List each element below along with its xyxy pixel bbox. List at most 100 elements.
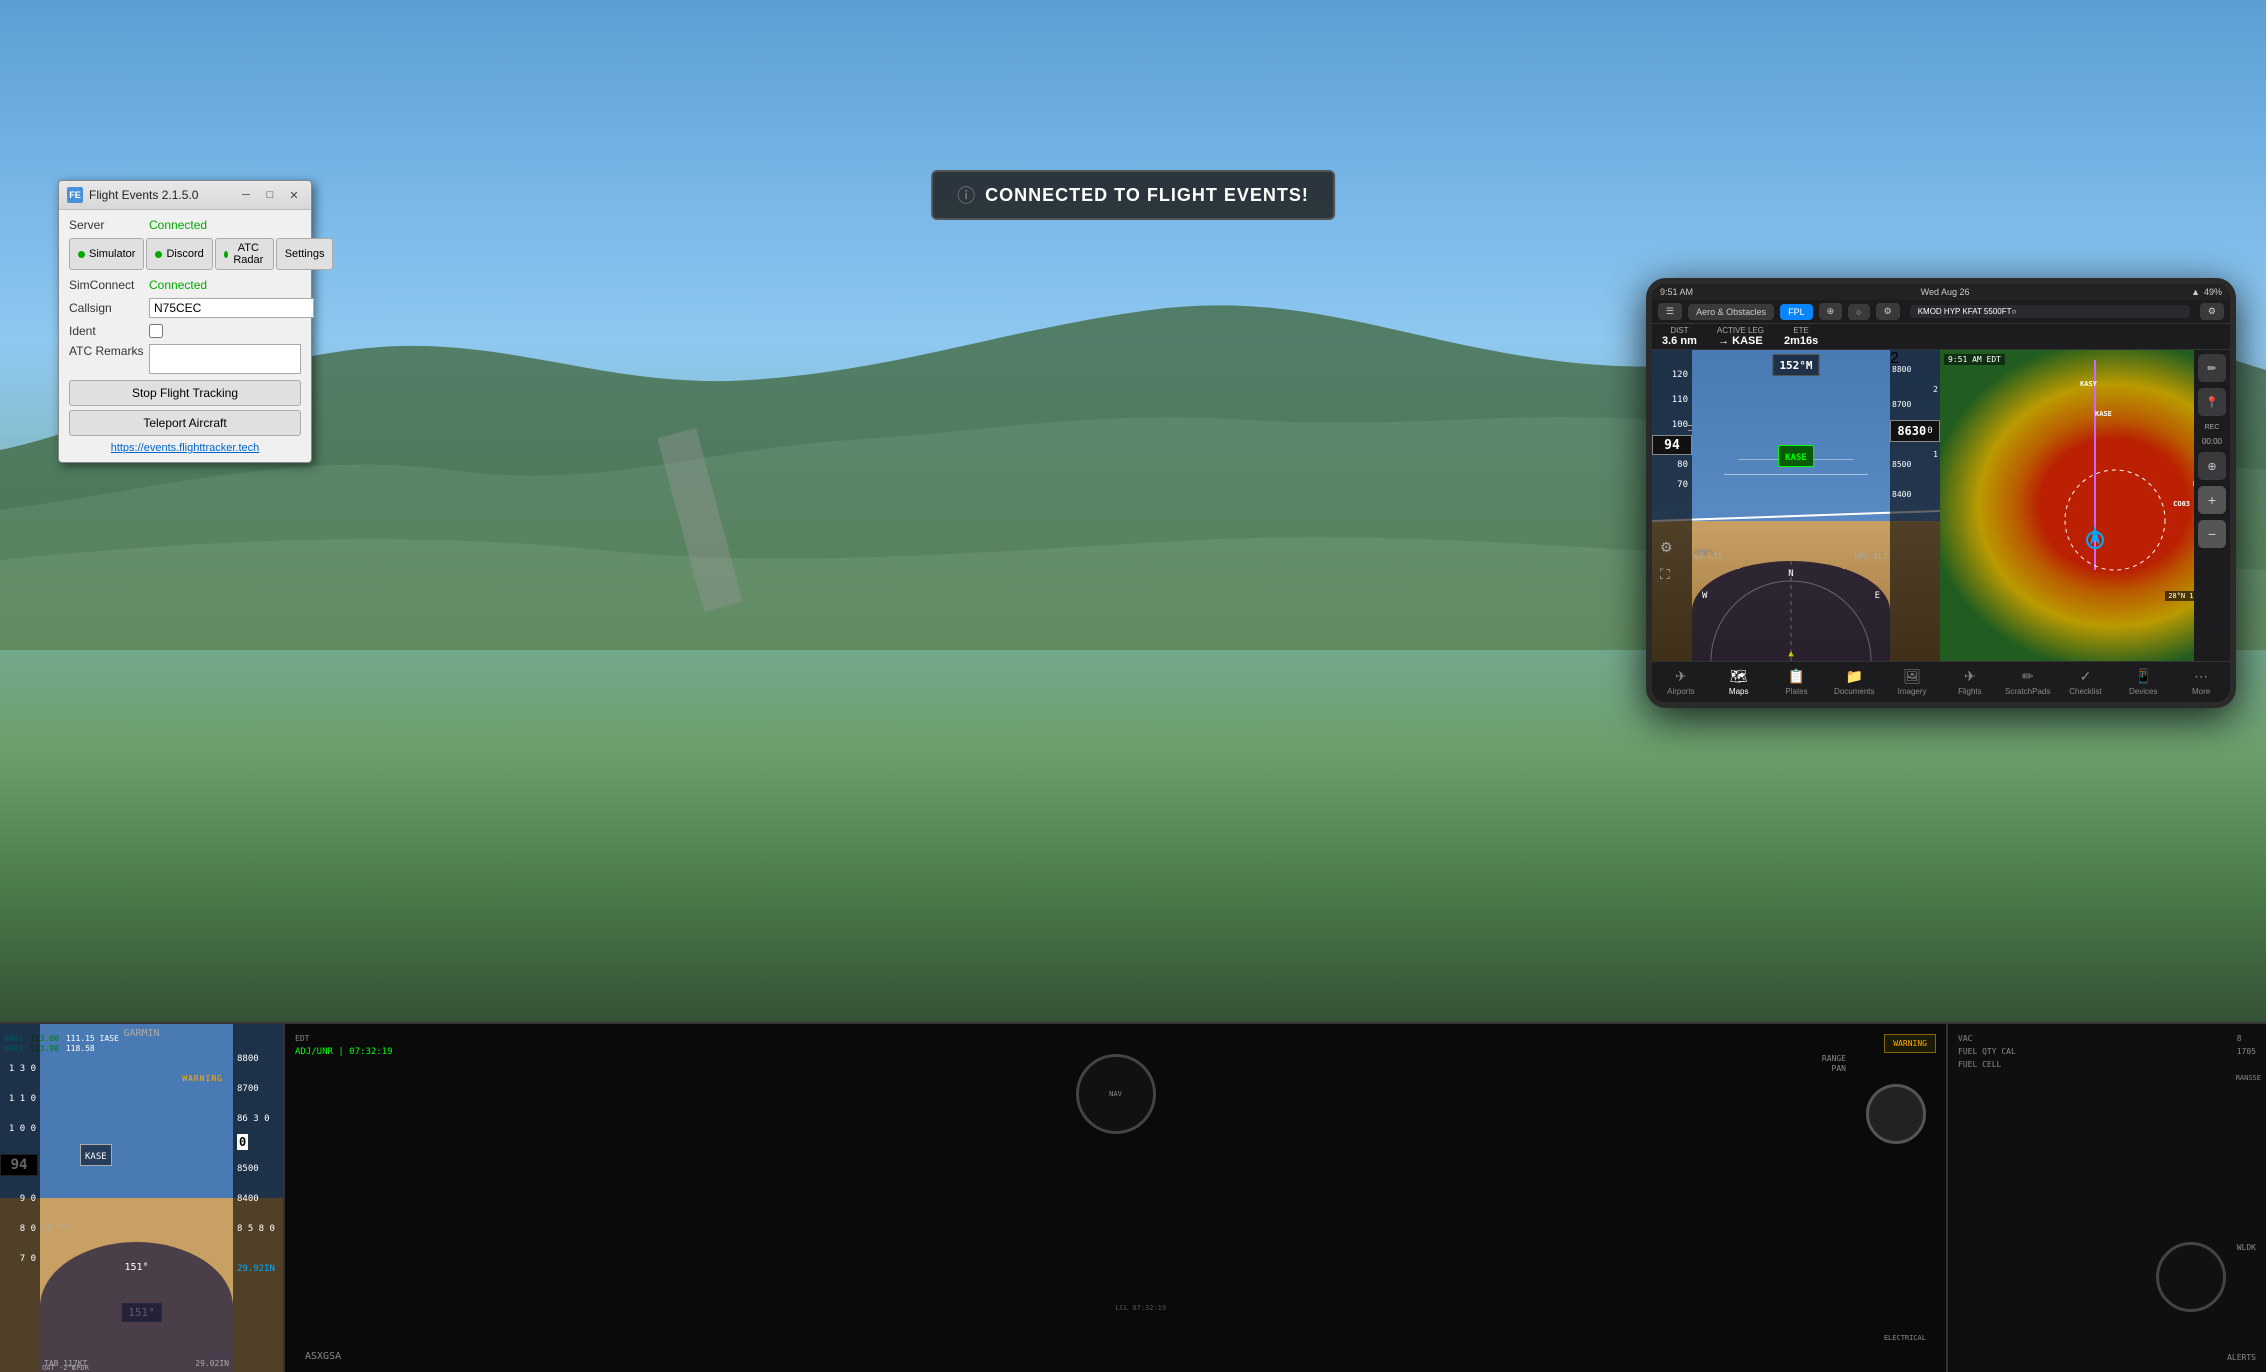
ff-settings-btn[interactable]: ⚙ [2200, 303, 2224, 320]
ff-aero-btn[interactable]: Aero & Obstacles [1688, 304, 1774, 320]
fuel-cell-label: FUEL CELL [1958, 1060, 2256, 1069]
server-label: Server [69, 218, 149, 232]
kase-label-map: KASE [2095, 410, 2112, 418]
simulator-dot [78, 251, 85, 258]
east-label: E [1875, 591, 1880, 601]
s-mark-1 [1686, 425, 1692, 426]
tab-simulator[interactable]: Simulator [69, 238, 144, 270]
tablet-time: 9:51 AM [1660, 287, 1693, 297]
alt-current: 0 [237, 1134, 248, 1150]
documents-label: Documents [1834, 687, 1874, 696]
tab-settings[interactable]: Settings [276, 238, 334, 270]
atc-remarks-input[interactable] [149, 344, 301, 374]
teleport-aircraft-button[interactable]: Teleport Aircraft [69, 410, 301, 436]
tablet-topbar-right: ▲ 49% [2191, 287, 2222, 297]
close-button[interactable]: ✕ [285, 186, 303, 204]
ff-sun-btn[interactable]: ○ [1848, 304, 1869, 320]
ff-fpl-btn[interactable]: FPL [1780, 304, 1813, 320]
restore-button[interactable]: □ [261, 186, 279, 204]
ff-layers-btn[interactable]: ⊕ [1819, 303, 1843, 320]
nav-imagery[interactable]: 🖼 Imagery [1883, 666, 1941, 698]
maps-icon: 🗺 [1730, 668, 1748, 685]
tab-atc-radar[interactable]: ATC Radar [215, 238, 274, 270]
map-pencil-btn[interactable]: ✏ [2198, 354, 2226, 382]
warning-text: WARNING [1893, 1039, 1927, 1048]
s120: 120 [1672, 370, 1688, 380]
s70: 70 [1677, 480, 1688, 490]
tab-discord[interactable]: Discord [146, 238, 212, 270]
ahrs-label-tablet: AHRS [1694, 548, 1713, 557]
co03-label: CO03 [2173, 500, 2190, 508]
alt-check: 0 [1927, 426, 1932, 436]
app-icon: FE [67, 187, 83, 203]
map-layers-btn[interactable]: ⊕ [2198, 452, 2226, 480]
pan-label: PAN [1832, 1064, 1846, 1073]
atc-dot [224, 251, 228, 258]
ident-row: Ident [69, 324, 301, 338]
devices-icon: 📱 [2135, 668, 2152, 685]
range-label: RANGE [1822, 1054, 1846, 1063]
gs-kts-label: GS KTS [42, 1223, 71, 1232]
map-zoom-out-btn[interactable]: − [2198, 520, 2226, 548]
simconnect-status: Connected [149, 278, 207, 292]
ff-map-area: 120 110 100 94 80 70 8800 2 [1652, 350, 2230, 661]
stop-tracking-button[interactable]: Stop Flight Tracking [69, 380, 301, 406]
alt-box-tablet: 8630 0 [1890, 420, 1940, 442]
expand-icon[interactable]: ⛶ [1660, 566, 1670, 583]
nav-documents[interactable]: 📁 Documents [1825, 666, 1883, 698]
nav1-standby: 111.15 IASE [66, 1034, 119, 1043]
ff-gear-btn[interactable]: ⚙ [1876, 303, 1900, 320]
callsign-label: Callsign [69, 301, 149, 315]
ident-label: Ident [69, 324, 149, 338]
wldk-label: WLDK [2237, 1243, 2256, 1252]
hdg-bug: ▲ [1788, 649, 1793, 659]
nav-airports[interactable]: ✈ Airports [1652, 666, 1710, 698]
etc-value: 2m16s [1784, 335, 1818, 347]
alt-t-vvi1: 2 [1933, 385, 1938, 394]
alt-8700: 8700 [237, 1084, 259, 1094]
num-8: 8 [2237, 1034, 2256, 1043]
tablet-date: Wed Aug 26 [1921, 287, 1970, 297]
kase-label: KASE [85, 1152, 107, 1162]
documents-icon: 📁 [1846, 668, 1863, 685]
map-zoom-in-btn[interactable]: + [2198, 486, 2226, 514]
alt-t-8700: 8700 [1892, 400, 1911, 409]
flight-events-dialog: FE Flight Events 2.1.5.0 ─ □ ✕ Server Co… [58, 180, 312, 463]
nav-maps[interactable]: 🗺 Maps [1710, 666, 1768, 698]
scratchpads-icon: ✏ [2022, 668, 2034, 685]
callsign-input[interactable]: N75CEC [149, 298, 314, 318]
nav-scratchpads[interactable]: ✏ ScratchPads [1999, 666, 2057, 698]
s80: 80 [1677, 460, 1688, 470]
instr-values: ADJ/UNR | 07:32:19 [295, 1047, 393, 1057]
right-dial [2156, 1242, 2226, 1312]
active-leg-label: ACTIVE LEG [1717, 326, 1764, 335]
warning-box: WARNING [1884, 1034, 1936, 1053]
nav-more[interactable]: ⋯ More [2172, 666, 2230, 698]
nav-text: NAV [1109, 1090, 1122, 1098]
minimize-button[interactable]: ─ [237, 186, 255, 204]
alt-knob [1866, 1084, 1926, 1144]
alt-8500: 8500 [237, 1164, 259, 1174]
ident-checkbox[interactable] [149, 324, 163, 338]
kase-flag-text: KASE [1785, 453, 1807, 463]
active-leg-value: → KASE [1718, 335, 1763, 347]
heading-tape-value: 151° [124, 1262, 148, 1273]
kase-flag: KASE [1778, 445, 1814, 467]
settings-icon-tablet[interactable]: ⚙ [1660, 539, 1673, 556]
flight-tracker-link[interactable]: https://events.flighttracker.tech [69, 442, 301, 454]
nav-checklist[interactable]: ✓ Checklist [2057, 666, 2115, 698]
ff-pfd: 120 110 100 94 80 70 8800 2 [1652, 350, 1940, 661]
tab-discord-label: Discord [166, 248, 203, 260]
imagery-icon: 🖼 [1903, 668, 1921, 685]
map-pin-btn[interactable]: 📍 [2198, 388, 2226, 416]
kasy-label: KASY [2080, 380, 2097, 388]
ff-menu-btn[interactable]: ☰ [1658, 303, 1682, 320]
tape-90: 9 0 [20, 1194, 36, 1204]
tape-110: 1 1 0 [9, 1094, 36, 1104]
s-mark-2 [1688, 430, 1692, 431]
nav-flights[interactable]: ✈ Flights [1941, 666, 1999, 698]
alt-8800: 8800 [237, 1054, 259, 1064]
nav-plates[interactable]: 📋 Plates [1768, 666, 1826, 698]
pitch-5 [1724, 474, 1868, 475]
nav-devices[interactable]: 📱 Devices [2114, 666, 2172, 698]
